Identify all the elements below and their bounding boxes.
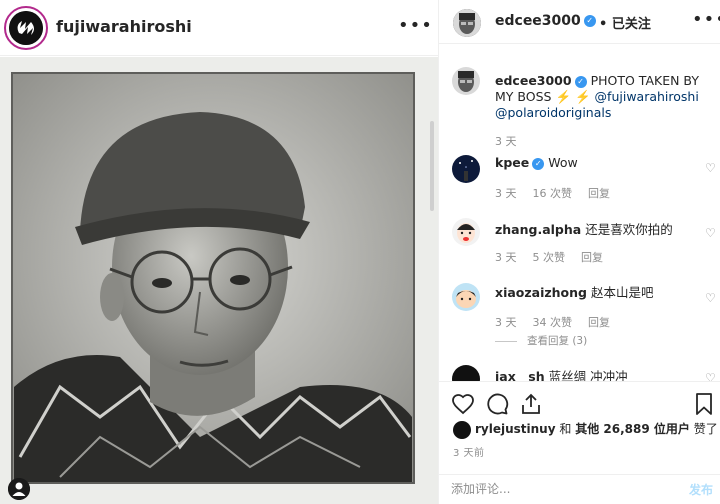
author-logo-icon	[9, 11, 43, 45]
dot-separator: •	[599, 17, 608, 32]
bookmark-icon[interactable]	[692, 392, 716, 416]
comment-text: jax__sh 蓝丝绸 冲冲冲	[495, 369, 705, 381]
comment-time: 3 天	[495, 251, 517, 264]
poster-username-text[interactable]: edcee3000	[495, 13, 581, 29]
comment-avatar[interactable]	[452, 283, 480, 311]
comment-input[interactable]	[451, 479, 651, 499]
comment-likes[interactable]: 16 次赞	[533, 187, 573, 200]
profile-avatar-small[interactable]	[8, 478, 30, 500]
comment-avatar[interactable]	[452, 155, 480, 183]
comments-list[interactable]: edcee3000 ✓ PHOTO TAKEN BY MY BOSS ⚡️ ⚡️ …	[439, 45, 720, 381]
caption-time: 3 天	[495, 135, 517, 148]
verified-badge-icon: ✓	[583, 15, 596, 27]
comment-like-icon[interactable]: ♡	[705, 291, 716, 305]
comment-body: 蓝丝绸 冲冲冲	[548, 369, 628, 381]
add-comment-section: 发布	[439, 474, 720, 501]
comment-meta: 3 天 5 次赞 回复	[495, 249, 619, 265]
post-comment-button[interactable]: 发布	[689, 481, 713, 498]
comment-body: Wow	[548, 155, 578, 170]
post-action-bar: rylejustinuy 和 其他 26,889 位用户 赞了 3 天前 发布	[439, 381, 720, 501]
poster-face-icon	[453, 9, 481, 37]
comment-icon[interactable]	[485, 392, 509, 416]
comment-username[interactable]: kpee	[495, 155, 529, 170]
comment-avatar[interactable]	[452, 365, 480, 381]
post-author-header: fujiwarahiroshi •••	[0, 0, 438, 56]
comment-username[interactable]: jax__sh	[495, 369, 545, 381]
cartoon-face-avatar-icon	[452, 218, 480, 246]
follow-status[interactable]: • 已关注	[599, 13, 651, 32]
caption-avatar[interactable]	[452, 67, 480, 95]
photo-scrollbar[interactable]	[430, 121, 434, 211]
comment-meta: 3 天 34 次赞 回复	[495, 314, 626, 330]
verified-badge-icon: ✓	[574, 75, 587, 88]
view-replies-label[interactable]: 查看回复 (3)	[527, 335, 587, 347]
cartoon-boy-avatar-icon	[452, 283, 480, 311]
replies-dash	[495, 340, 517, 342]
author-avatar[interactable]	[4, 6, 48, 50]
poster-username[interactable]: edcee3000 ✓	[495, 13, 596, 29]
caption-username[interactable]: edcee3000	[495, 73, 572, 88]
polaroid-portrait-image	[0, 57, 438, 504]
comment-username[interactable]: xiaozaizhong	[495, 285, 587, 300]
share-icon[interactable]	[519, 392, 543, 416]
likes-suffix: 赞了	[693, 422, 718, 436]
comment-body: 还是喜欢你拍的	[585, 222, 673, 237]
likes-summary: rylejustinuy 和 其他 26,889 位用户 赞了	[453, 420, 718, 439]
lightning-emoji: ⚡️ ⚡️	[555, 89, 591, 104]
follow-status-label[interactable]: 已关注	[612, 17, 651, 32]
comment-username[interactable]: zhang.alpha	[495, 222, 581, 237]
author-username[interactable]: fujiwarahiroshi	[56, 17, 192, 36]
view-replies-button[interactable]: 查看回复 (3)	[495, 333, 587, 348]
user-silhouette-icon	[8, 478, 30, 500]
heart-icon[interactable]	[451, 392, 475, 416]
reply-button[interactable]: 回复	[581, 251, 603, 264]
more-options-icon[interactable]: •••	[398, 14, 432, 38]
comment-text: zhang.alpha 还是喜欢你拍的	[495, 222, 705, 238]
poster-avatar[interactable]	[453, 9, 481, 37]
comment-time: 3 天	[495, 316, 517, 329]
comment-likes[interactable]: 34 次赞	[533, 316, 573, 329]
likes-others-link[interactable]: 其他 26,889 位用户	[575, 422, 690, 436]
caption-meta: 3 天	[495, 133, 533, 149]
comment-likes[interactable]: 5 次赞	[533, 251, 566, 264]
liker-username[interactable]: rylejustinuy	[475, 422, 556, 436]
comment-like-icon[interactable]: ♡	[705, 161, 716, 175]
mention-link[interactable]: @fujiwarahiroshi	[595, 89, 699, 104]
comment-like-icon[interactable]: ♡	[705, 226, 716, 240]
caption-text: edcee3000 ✓ PHOTO TAKEN BY MY BOSS ⚡️ ⚡️ …	[495, 73, 705, 121]
post-photo[interactable]	[0, 57, 438, 504]
right-panel-header: edcee3000✓ • 已关注 •••	[439, 0, 720, 44]
more-options-icon[interactable]: •••	[692, 9, 720, 30]
comment-meta: 3 天 16 次赞 回复	[495, 185, 626, 201]
comment-text: kpee ✓ Wow	[495, 155, 705, 171]
mention-link[interactable]: @polaroidoriginals	[495, 105, 611, 120]
comment-text: xiaozaizhong 赵本山是吧	[495, 285, 705, 301]
reply-button[interactable]: 回复	[588, 187, 610, 200]
post-time[interactable]: 3 天前	[453, 444, 485, 459]
comment-time: 3 天	[495, 187, 517, 200]
night-sky-avatar-icon	[452, 155, 480, 183]
reply-button[interactable]: 回复	[588, 316, 610, 329]
verified-badge-icon: ✓	[532, 157, 545, 170]
poster-face-icon	[452, 67, 480, 95]
likes-connector: 和	[559, 422, 572, 436]
comment-like-icon[interactable]: ♡	[705, 371, 716, 381]
comment-body: 赵本山是吧	[590, 285, 654, 300]
comment-avatar[interactable]	[452, 218, 480, 246]
liker-avatar[interactable]	[453, 420, 471, 439]
